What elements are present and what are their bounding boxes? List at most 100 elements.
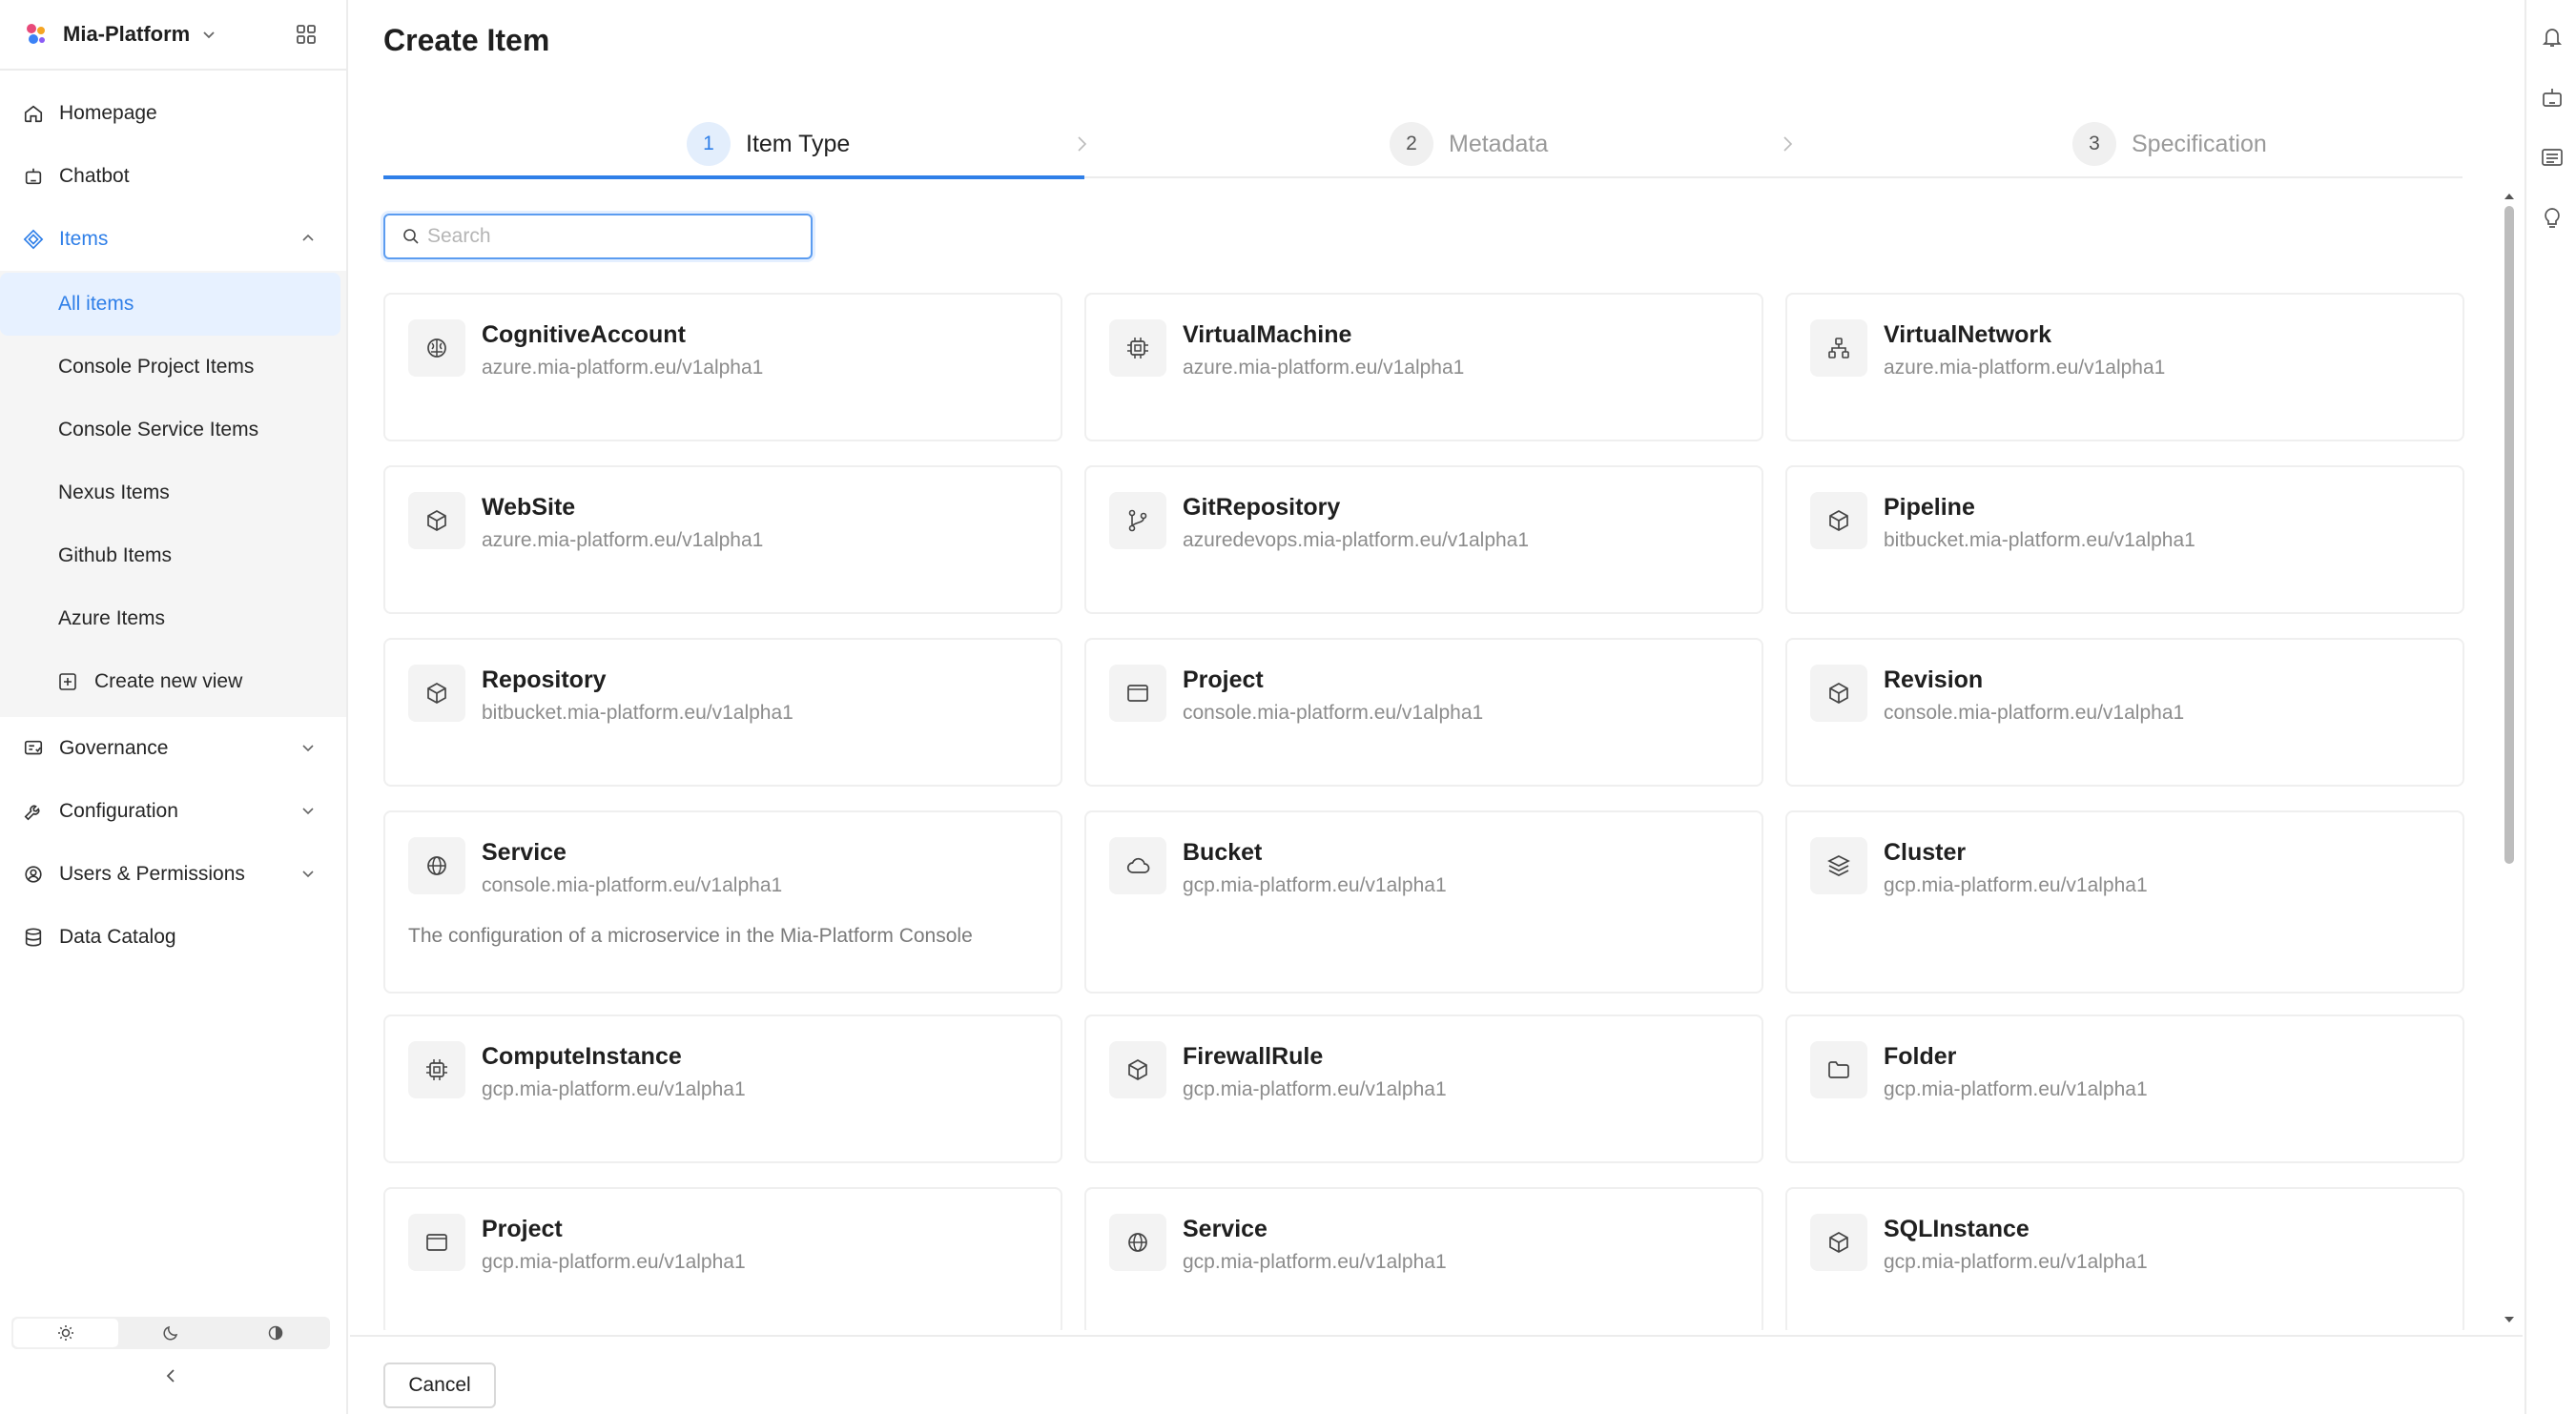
plus-square-icon (59, 673, 76, 690)
card-api-group: console.mia-platform.eu/v1alpha1 (1183, 702, 1484, 724)
chevron-right-icon (1783, 136, 1793, 152)
brand-header[interactable]: Mia-Platform (0, 0, 346, 71)
card-api-group: gcp.mia-platform.eu/v1alpha1 (1183, 1078, 1447, 1100)
sidebar-subitem-all-items[interactable]: All items (0, 273, 340, 336)
item-type-card[interactable]: Project console.mia-platform.eu/v1alpha1 (1084, 638, 1763, 787)
item-type-card[interactable]: CognitiveAccount azure.mia-platform.eu/v1… (383, 293, 1062, 441)
stepper: 1 Item Type 2 Metadata 3 Specification (383, 110, 2463, 179)
item-type-card[interactable]: Bucket gcp.mia-platform.eu/v1alpha1 (1084, 810, 1763, 994)
item-type-card[interactable]: Cluster gcp.mia-platform.eu/v1alpha1 (1785, 810, 2464, 994)
card-api-group: console.mia-platform.eu/v1alpha1 (1884, 702, 2185, 724)
card-api-group: azuredevops.mia-platform.eu/v1alpha1 (1183, 529, 1530, 551)
sidebar-item-chatbot[interactable]: Chatbot (0, 145, 346, 208)
card-description: The configuration of a microservice in t… (408, 925, 973, 947)
scrollbar-thumb[interactable] (2504, 206, 2514, 864)
card-icon-box (1109, 1214, 1166, 1271)
step-metadata[interactable]: 2 Metadata (1390, 110, 1548, 178)
card-api-group: azure.mia-platform.eu/v1alpha1 (1183, 357, 1465, 379)
contrast-icon (268, 1325, 283, 1341)
step-label: Specification (2132, 130, 2267, 157)
chevron-right-icon (1078, 136, 1087, 152)
sidebar-nav: Homepage Chatbot Items All items Console… (0, 82, 346, 969)
create-new-view-button[interactable]: Create new view (0, 650, 346, 713)
step-number: 1 (687, 122, 731, 166)
sidebar-item-label: Items (59, 228, 109, 250)
card-title: Pipeline (1884, 494, 1975, 521)
item-type-card[interactable]: Project gcp.mia-platform.eu/v1alpha1 (383, 1187, 1062, 1330)
item-type-card[interactable]: Repository bitbucket.mia-platform.eu/v1al… (383, 638, 1062, 787)
card-api-group: gcp.mia-platform.eu/v1alpha1 (1884, 1251, 2148, 1273)
sidebar-item-data-catalog[interactable]: Data Catalog (0, 906, 346, 969)
item-type-card[interactable]: FirewallRule gcp.mia-platform.eu/v1alpha1 (1084, 1014, 1763, 1163)
theme-auto-button[interactable] (223, 1319, 328, 1347)
card-api-group: gcp.mia-platform.eu/v1alpha1 (1884, 874, 2148, 896)
git-branch-icon (1128, 509, 1147, 532)
card-title: SQLInstance (1884, 1216, 2030, 1242)
sidebar: Mia-Platform Homepage Chatbot Items All … (0, 0, 348, 1414)
item-type-card[interactable]: SQLInstance gcp.mia-platform.eu/v1alpha1 (1785, 1187, 2464, 1330)
card-title: Repository (482, 666, 607, 693)
message-list-icon[interactable] (2540, 145, 2565, 170)
folder-icon (1828, 1061, 1849, 1078)
cpu-icon (1127, 338, 1148, 359)
brain-icon (427, 338, 446, 358)
card-icon-box (1109, 492, 1166, 549)
sidebar-subitem-nexus-items[interactable]: Nexus Items (0, 461, 346, 524)
item-type-card[interactable]: Folder gcp.mia-platform.eu/v1alpha1 (1785, 1014, 2464, 1163)
card-icon-box (1810, 1041, 1867, 1098)
grid-scrollbar[interactable] (2503, 191, 2516, 1325)
card-api-group: bitbucket.mia-platform.eu/v1alpha1 (1884, 529, 2195, 551)
item-type-card[interactable]: VirtualMachine azure.mia-platform.eu/v1al… (1084, 293, 1763, 441)
sidebar-subitem-label: Nexus Items (58, 482, 170, 503)
sidebar-item-homepage[interactable]: Homepage (0, 82, 346, 145)
wrench-icon (24, 805, 40, 821)
item-type-card[interactable]: Revision console.mia-platform.eu/v1alpha1 (1785, 638, 2464, 787)
bell-icon[interactable] (2540, 25, 2565, 50)
sidebar-subitem-label: Console Project Items (58, 356, 255, 378)
card-title: VirtualMachine (1183, 321, 1352, 348)
item-type-card[interactable]: Service console.mia-platform.eu/v1alpha1 T… (383, 810, 1062, 994)
sidebar-subitem-label: All items (58, 293, 134, 315)
sidebar-subitem-console-project-items[interactable]: Console Project Items (0, 336, 346, 399)
network-icon (1828, 338, 1849, 359)
card-title: Service (482, 839, 567, 866)
sidebar-item-governance[interactable]: Governance (0, 717, 346, 780)
scroll-up-icon[interactable] (2503, 191, 2516, 202)
sidebar-item-items[interactable]: Items (0, 208, 346, 271)
item-type-card[interactable]: WebSite azure.mia-platform.eu/v1alpha1 (383, 465, 1062, 614)
card-title: Cluster (1884, 839, 1967, 866)
sidebar-subitem-label: Github Items (58, 544, 173, 566)
layers-icon (1827, 855, 1850, 876)
item-type-card[interactable]: GitRepository azuredevops.mia-platform.eu… (1084, 465, 1763, 614)
sidebar-item-users-permissions[interactable]: Users & Permissions (0, 843, 346, 906)
item-type-card[interactable]: Pipeline bitbucket.mia-platform.eu/v1alph… (1785, 465, 2464, 614)
step-specification[interactable]: 3 Specification (2072, 110, 2267, 178)
collapse-sidebar-icon[interactable] (160, 1365, 181, 1386)
card-icon-box (1109, 1041, 1166, 1098)
sidebar-item-label: Users & Permissions (59, 863, 245, 885)
box-icon (1829, 683, 1848, 704)
robot-icon[interactable] (2540, 86, 2565, 111)
card-icon-box (1109, 319, 1166, 377)
sidebar-subitem-azure-items[interactable]: Azure Items (0, 587, 346, 650)
sidebar-subitem-console-service-items[interactable]: Console Service Items (0, 399, 346, 461)
governance-icon (24, 740, 43, 755)
apps-grid-icon[interactable] (295, 23, 318, 46)
step-number: 3 (2072, 122, 2116, 166)
item-type-card[interactable]: Service gcp.mia-platform.eu/v1alpha1 (1084, 1187, 1763, 1330)
theme-light-button[interactable] (13, 1319, 118, 1347)
sidebar-item-configuration[interactable]: Configuration (0, 780, 346, 843)
card-title: Project (482, 1216, 563, 1242)
card-title: Service (1183, 1216, 1267, 1242)
item-type-card[interactable]: VirtualNetwork azure.mia-platform.eu/v1al… (1785, 293, 2464, 441)
step-label: Item Type (746, 130, 851, 157)
step-item-type[interactable]: 1 Item Type (687, 110, 850, 178)
sidebar-subitem-github-items[interactable]: Github Items (0, 524, 346, 587)
card-api-group: gcp.mia-platform.eu/v1alpha1 (1183, 1251, 1447, 1273)
chevron-down-icon (302, 745, 314, 752)
lightbulb-icon[interactable] (2540, 206, 2565, 231)
theme-dark-button[interactable] (118, 1319, 223, 1347)
scroll-down-icon[interactable] (2503, 1314, 2516, 1325)
item-type-card[interactable]: ComputeInstance gcp.mia-platform.eu/v1alp… (383, 1014, 1062, 1163)
cancel-button[interactable]: Cancel (383, 1363, 496, 1408)
